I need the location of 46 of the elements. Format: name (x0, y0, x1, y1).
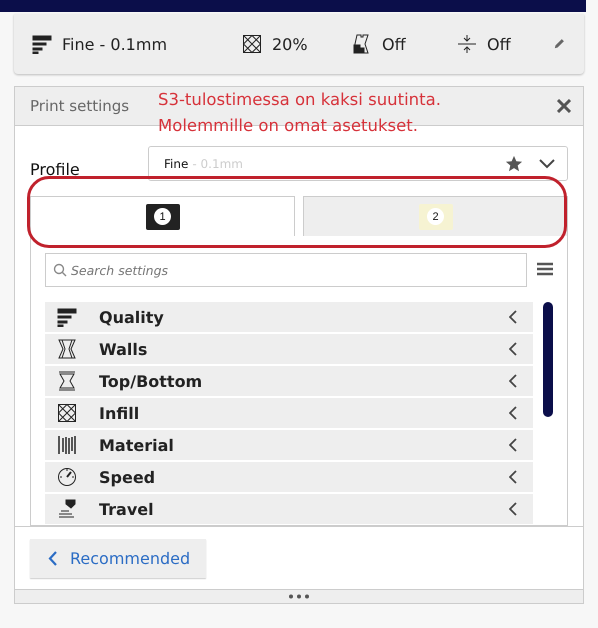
scrollbar[interactable] (543, 302, 553, 417)
settings-category[interactable]: Quality (45, 302, 533, 332)
adhesion-icon (457, 34, 477, 54)
extruder-number: 2 (427, 208, 444, 225)
quality-bars-icon (57, 307, 77, 327)
extruder-tab[interactable]: 2 (303, 196, 568, 236)
quality-bars-icon (32, 34, 52, 54)
annotation-text: Molemmille on omat asetukset. (158, 115, 419, 137)
star-icon[interactable] (505, 154, 523, 172)
chevron-left-icon (509, 470, 517, 484)
settings-category[interactable]: Infill (45, 398, 533, 428)
chevron-left-icon (509, 342, 517, 356)
settings-category[interactable]: Travel (45, 494, 533, 524)
infill-icon (242, 34, 262, 54)
annotation-text: S3-tulostimessa on kaksi suutinta. (158, 89, 441, 111)
profile-name: Fine (164, 156, 188, 170)
search-field[interactable]: Search settings (45, 253, 527, 287)
chevron-left-icon (509, 310, 517, 324)
chevron-down-icon[interactable] (539, 158, 555, 168)
nozzle-icon (57, 499, 77, 519)
profile-label: Profile (30, 160, 81, 179)
extruder-number: 1 (154, 208, 171, 225)
settings-category[interactable]: Walls (45, 334, 533, 364)
print-summary-bar[interactable]: Fine - 0.1mm 20% Off Off (14, 14, 584, 74)
chevron-left-icon (509, 406, 517, 420)
walls-icon (57, 339, 77, 359)
panel-title: Print settings (30, 97, 130, 115)
adhesion-value: Off (487, 34, 511, 54)
infill-icon (57, 403, 77, 423)
recommended-button[interactable]: Recommended (30, 538, 206, 578)
top-bottom-icon (57, 371, 77, 391)
chevron-left-icon (509, 438, 517, 452)
drag-handle-icon[interactable] (288, 594, 310, 599)
extruder-tab[interactable]: 1 (30, 196, 295, 236)
chevron-left-icon (509, 374, 517, 388)
quality-value: Fine - 0.1mm (62, 34, 168, 54)
infill-value: 20% (272, 34, 308, 54)
pencil-icon (552, 37, 566, 51)
settings-category[interactable]: Material (45, 430, 533, 460)
material-lines-icon (57, 435, 77, 455)
settings-category[interactable]: Top/Bottom (45, 366, 533, 396)
settings-category[interactable]: Speed (45, 462, 533, 492)
chevron-left-icon (509, 502, 517, 516)
chevron-left-icon (48, 550, 57, 566)
gauge-icon (57, 467, 77, 487)
support-value: Off (382, 34, 406, 54)
